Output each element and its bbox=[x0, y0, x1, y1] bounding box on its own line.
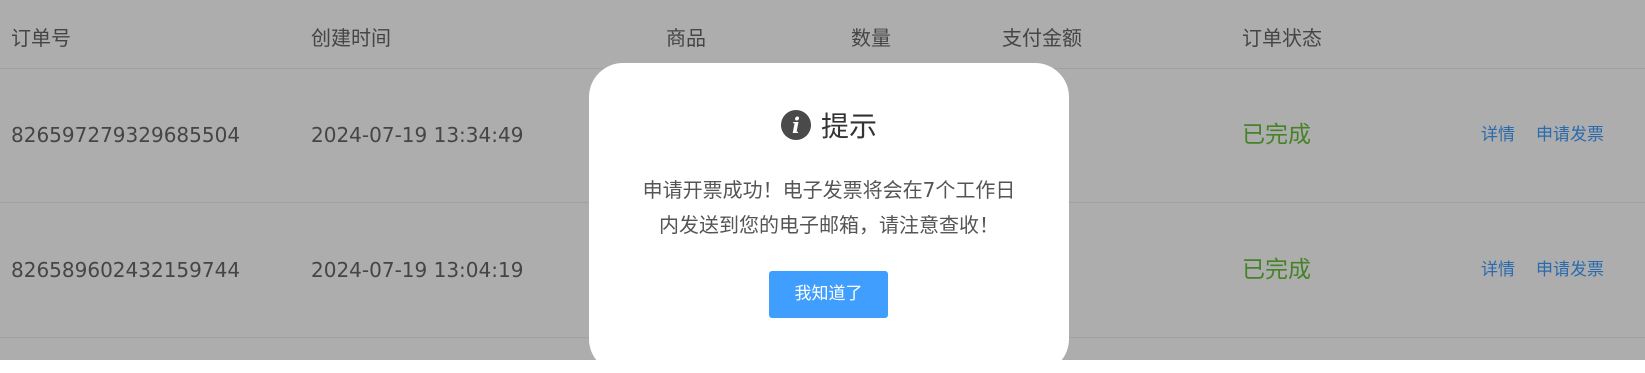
info-icon: i bbox=[780, 110, 811, 140]
dialog-message-line: 申请开票成功！电子发票将会在7个工作日 bbox=[642, 178, 1016, 202]
dialog-message: 申请开票成功！电子发票将会在7个工作日 内发送到您的电子邮箱，请注意查收！ bbox=[629, 173, 1029, 243]
dialog-title: 提示 bbox=[820, 110, 877, 143]
message-dialog: i 提示 申请开票成功！电子发票将会在7个工作日 内发送到您的电子邮箱，请注意查… bbox=[589, 63, 1069, 373]
confirm-button[interactable]: 我知道了 bbox=[769, 271, 888, 318]
dialog-header: i 提示 bbox=[589, 107, 1069, 143]
dialog-message-line: 内发送到您的电子邮箱，请注意查收！ bbox=[659, 213, 999, 237]
